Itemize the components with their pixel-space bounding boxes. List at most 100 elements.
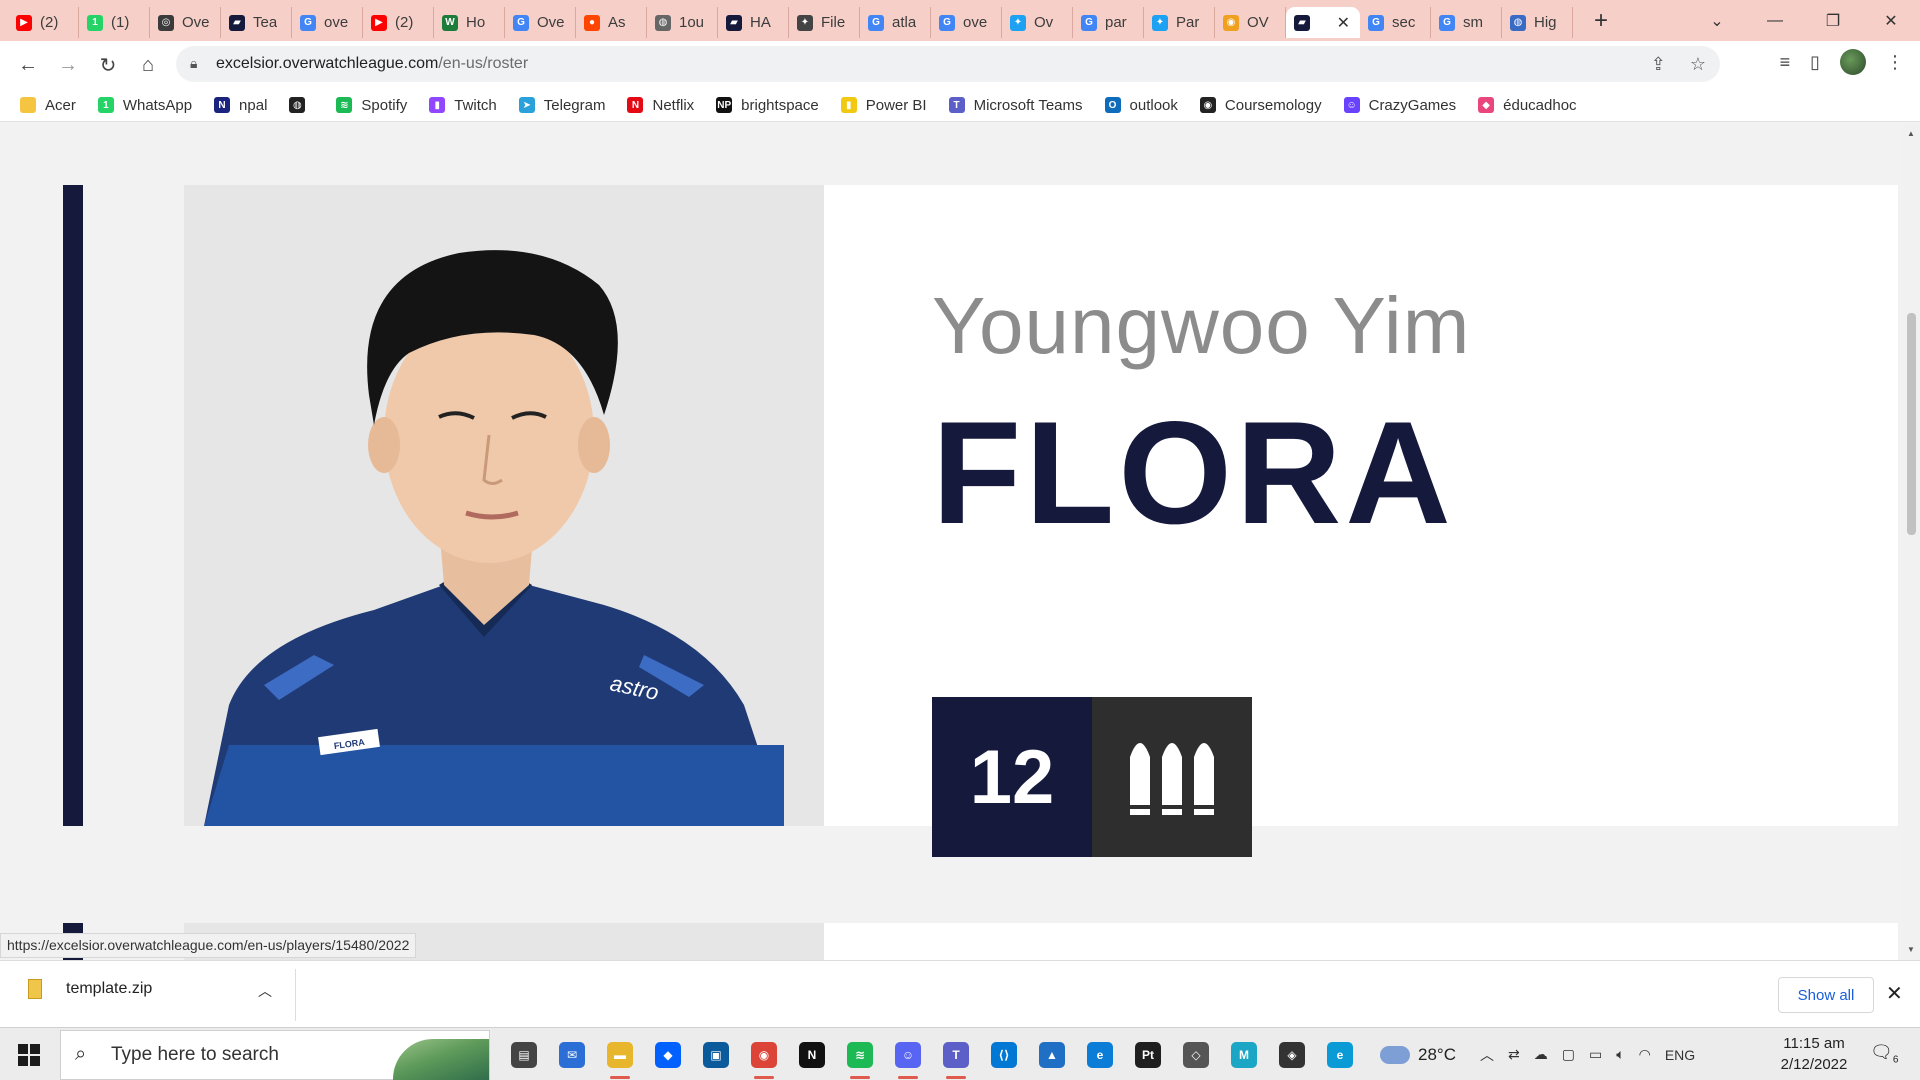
taskbar-app[interactable]: e [1316,1028,1364,1080]
bookmark-item[interactable]: ▮ Twitch [429,97,497,114]
chevron-up-icon[interactable]: ︿ [258,981,272,1001]
taskbar-app[interactable]: ✉ [548,1028,596,1080]
player-handle[interactable]: FLORA [932,400,1455,546]
bookmark-item[interactable]: ➤ Telegram [518,97,605,114]
notification-center-icon[interactable]: 🗨︎6 [1870,1042,1898,1066]
bookmark-item[interactable]: Acer [20,97,76,114]
scrollbar-thumb[interactable] [1907,313,1916,535]
close-window-button[interactable]: ✕ [1862,11,1920,31]
page-scrollbar[interactable]: ▲ ▼ [1903,123,1920,960]
chevron-up-icon[interactable]: ︿ [1480,1045,1494,1065]
tab[interactable]: ● As [576,7,647,38]
tab-title: Ho [466,14,486,31]
language-indicator[interactable]: ENG [1665,1047,1695,1063]
taskbar-app[interactable]: N [788,1028,836,1080]
tab[interactable]: W Ho [434,7,505,38]
player-card[interactable]: FLORA astro Youngwoo Yim FLORA 12 [63,185,1898,857]
battery-icon[interactable]: ▭ [1589,1046,1602,1063]
network-icon[interactable]: ⇄ [1508,1046,1520,1063]
back-arrow-icon[interactable]: ← [8,45,48,85]
tab[interactable]: ◍ Hig [1502,7,1573,38]
scroll-down-arrow-icon[interactable]: ▼ [1907,945,1915,954]
bookmark-item[interactable]: ☺ CrazyGames [1343,97,1456,114]
taskbar-app[interactable]: Pt [1124,1028,1172,1080]
tab[interactable]: Gove [931,7,1002,38]
media-control-icon[interactable]: ≡ [1780,52,1791,73]
wifi-icon[interactable]: ◠ [1639,1046,1651,1063]
tab[interactable]: G Ove [505,7,576,38]
restore-button[interactable]: ❐ [1804,11,1862,31]
tab[interactable]: Gatla [860,7,931,38]
tab[interactable]: Gpar [1073,7,1144,38]
taskbar-app[interactable]: ▣ [692,1028,740,1080]
forward-arrow-icon[interactable]: → [48,45,88,85]
clock[interactable]: 11:15 am 2/12/2022 [1770,1033,1858,1075]
tab[interactable]: ▶ (2) [363,7,434,38]
taskbar-app[interactable]: ⟨⟩ [980,1028,1028,1080]
taskbar-app[interactable]: ◉ [740,1028,788,1080]
bookmark-item[interactable]: T Microsoft Teams [948,97,1083,114]
tab[interactable]: Gsm [1431,7,1502,38]
new-tab-button[interactable]: + [1587,7,1615,35]
taskbar-app[interactable]: ☺ [884,1028,932,1080]
home-icon[interactable]: ⌂ [128,45,168,85]
bookmark-item[interactable]: Nnpal [214,97,267,114]
tab-close-icon[interactable]: ✕ [1337,13,1350,33]
bookmark-item[interactable]: N Netflix [627,97,694,114]
weather-widget[interactable]: 28°C [1380,1045,1456,1065]
taskbar-app[interactable]: ≋ [836,1028,884,1080]
tab[interactable]: 1 (1) [79,7,150,38]
onedrive-icon[interactable]: ☁ [1534,1046,1548,1063]
tab[interactable]: ✦ Par [1144,7,1215,38]
address-bar[interactable]: 🔒︎ excelsior.overwatchleague.com/en-us/r… [176,46,1720,82]
device-icon[interactable]: ▢ [1562,1046,1575,1063]
chrome-icon: ◉ [751,1041,777,1068]
taskbar-search[interactable]: ⌕ Type here to search [60,1030,490,1080]
taskbar-app[interactable]: ▤ [500,1028,548,1080]
side-panel-icon[interactable]: ▯ [1810,52,1820,73]
taskbar-app[interactable]: T [932,1028,980,1080]
tab[interactable]: ◉ OV [1215,7,1286,38]
reload-icon[interactable]: ↻ [88,45,128,85]
player-photo[interactable]: FLORA astro [184,185,824,826]
tab[interactable]: ✦ File [789,7,860,38]
taskbar-app[interactable]: ▬ [596,1028,644,1080]
tab[interactable]: ▰ HA [718,7,789,38]
taskbar-app[interactable]: ◇ [1172,1028,1220,1080]
show-all-button[interactable]: Show all [1778,977,1874,1013]
download-item[interactable]: template.zip [28,979,152,999]
volume-icon[interactable]: 🔈︎ [1616,1046,1624,1063]
minimize-button[interactable]: — [1746,12,1804,30]
tab[interactable]: ▰ Tea [221,7,292,38]
tab[interactable]: ▶ (2) [8,7,79,38]
scroll-up-arrow-icon[interactable]: ▲ [1907,129,1915,138]
taskbar-app[interactable]: ▲ [1028,1028,1076,1080]
tab[interactable]: Gove [292,7,363,38]
tab[interactable]: ◍ 1ou [647,7,718,38]
share-icon[interactable]: ⇪ [1651,54,1666,75]
menu-kebab-icon[interactable]: ⋮ [1886,52,1904,73]
tab-search-button[interactable]: ⌄ [1688,11,1746,31]
bookmark-item[interactable]: ◉ Coursemology [1199,97,1322,114]
taskbar-app[interactable]: ◈ [1268,1028,1316,1080]
bookmark-item[interactable]: NP brightspace [716,97,819,114]
tab-active[interactable]: ▰ ✕ [1286,7,1360,38]
taskbar-app[interactable]: M [1220,1028,1268,1080]
bookmark-item[interactable]: Ooutlook [1104,97,1178,114]
tab[interactable]: ✦ Ov [1002,7,1073,38]
taskbar-app[interactable]: ◆ [644,1028,692,1080]
bookmark-star-icon[interactable]: ☆ [1690,54,1706,75]
excelsior-icon: ▰ [229,14,245,31]
taskbar-app[interactable]: e [1076,1028,1124,1080]
tab[interactable]: Gsec [1360,7,1431,38]
bookmark-item[interactable]: ≋ Spotify [336,97,407,114]
windows-start-icon[interactable] [18,1044,40,1066]
bookmark-item[interactable]: ◆ éducadhoc [1478,97,1577,114]
lock-icon[interactable]: 🔒︎ [190,55,197,72]
bookmark-item[interactable]: ◍ [289,97,314,113]
bookmark-item[interactable]: ▮ Power BI [840,97,927,114]
bookmark-item[interactable]: 1 WhatsApp [97,97,192,114]
close-icon[interactable]: ✕ [1886,981,1903,1006]
profile-avatar[interactable] [1840,49,1866,75]
tab[interactable]: ◎ Ove [150,7,221,38]
